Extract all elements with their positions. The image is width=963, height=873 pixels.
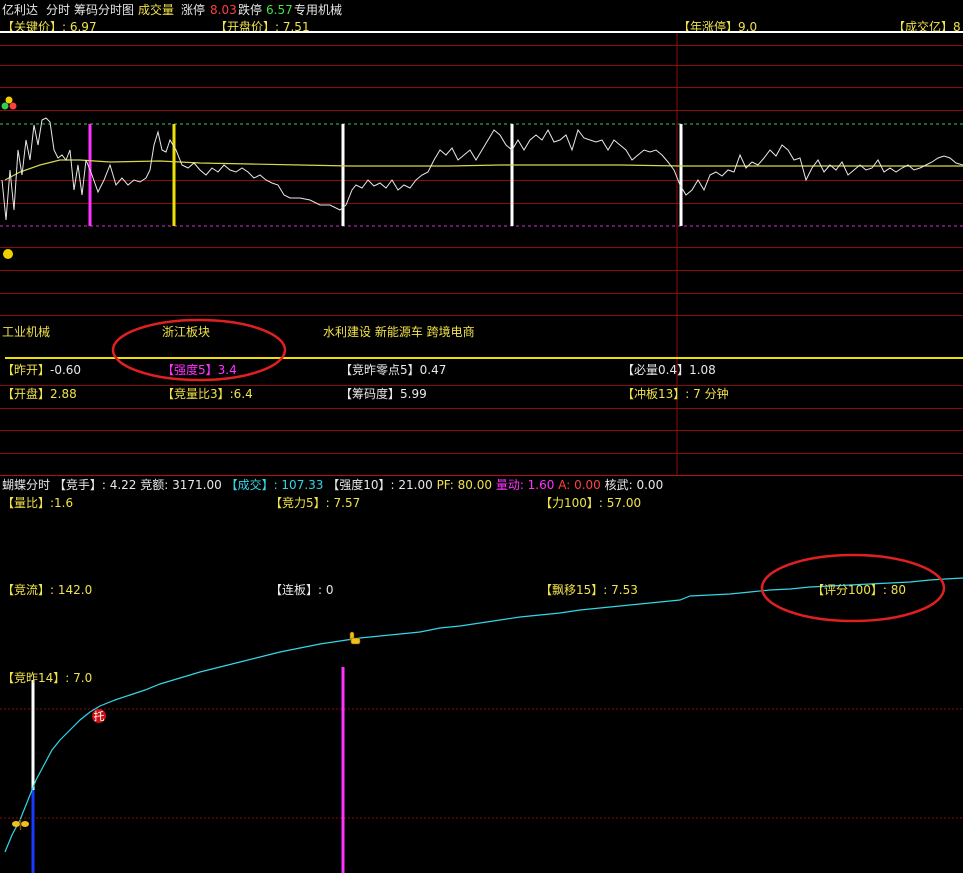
- hand-cursor-icon: [349, 631, 361, 645]
- drift-label: 【飘移15】: 7.53: [540, 583, 638, 597]
- indicator-bar: 蝴蝶分时 【竞手】: 4.22 竞额: 3171.00 【成交】: 107.33…: [2, 478, 663, 492]
- chip-degree-stat: 【筹码度】5.99: [340, 387, 427, 401]
- volume-move-value: 量动: 1.60: [495, 478, 555, 492]
- themes-label: 水利建设 新能源车 跨境电商: [323, 325, 475, 339]
- bid-hand-value: 【竞手】: 4.22: [53, 478, 137, 492]
- chart-canvas: 托: [0, 31, 963, 873]
- deal-value: 【成交】: 107.33: [225, 478, 324, 492]
- prev-open-stat: 【昨开】-0.60: [2, 363, 82, 377]
- bid-zero-stat: 【竞昨零点5】0.47: [340, 363, 447, 377]
- svg-text:托: 托: [94, 709, 105, 723]
- bid-yesterday-label: 【竞昨14】: 7.0: [2, 671, 93, 685]
- support-marker-icon: 托: [92, 709, 106, 723]
- bid-amount-value: 竞额: 3171.00: [140, 478, 222, 492]
- bid-ratio-stat: 【竞量比3】:6.4: [162, 387, 253, 401]
- strength10-value: 【强度10】: 21.00: [327, 478, 433, 492]
- multicolor-balls-icon: [1, 96, 17, 110]
- consecutive-label: 【连板】: 0: [270, 583, 334, 597]
- score-label: 【评分100】: 80: [812, 583, 907, 597]
- core-force-value: 核武: 0.00: [604, 478, 664, 492]
- intraday-price-line: [1, 117, 963, 221]
- indicator-title[interactable]: 蝴蝶分时: [2, 478, 50, 492]
- a-value: A: 0.00: [558, 478, 601, 492]
- strength-stat: 【强度5】3.4: [162, 363, 237, 377]
- bid-flow-label: 【竞流】: 142.0: [2, 583, 93, 597]
- board-hit-stat: 【冲板13】: 7 分钟: [622, 387, 729, 401]
- industry-label: 工业机械: [2, 325, 51, 339]
- board-label: 浙江板块: [162, 325, 211, 339]
- force100-label: 【力100】: 57.00: [540, 496, 642, 510]
- open-rise-stat: 【开盘】2.88: [2, 387, 77, 401]
- must-volume-stat: 【必量0.4】1.08: [622, 363, 716, 377]
- butterfly-icon: [12, 819, 29, 830]
- dot-marker-icon: [3, 249, 13, 259]
- volume-ratio-label: 【量比】:1.6: [2, 496, 74, 510]
- pf-value: PF: 80.00: [436, 478, 492, 492]
- bid-force-label: 【竞力5】: 7.57: [270, 496, 361, 510]
